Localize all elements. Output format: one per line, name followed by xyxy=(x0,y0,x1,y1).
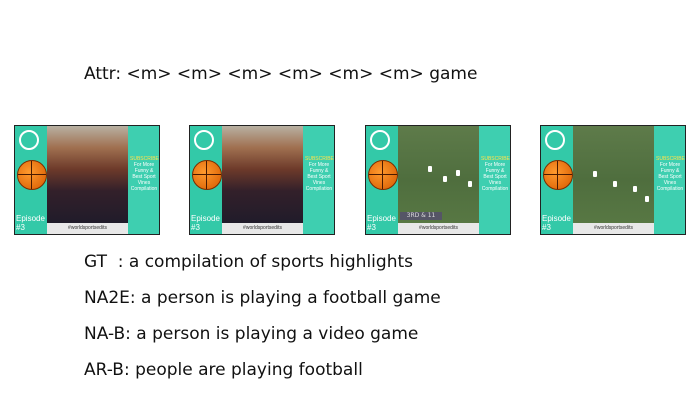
laurel-badge-icon xyxy=(545,130,565,150)
gt-caption: GT : a compilation of sports highlights xyxy=(84,252,413,272)
video-frame-3: Episode #3 3RD & 11 SUBSCRIBE For More F… xyxy=(365,125,511,235)
episode-label: Episode #3 xyxy=(542,214,571,232)
arb-caption: AR-B: people are playing football xyxy=(84,360,363,380)
episode-label: Episode #3 xyxy=(16,214,45,232)
player-figure xyxy=(633,186,637,192)
right-panel: SUBSCRIBE For More Funny & Best Sport Vi… xyxy=(303,126,334,234)
side-text: SUBSCRIBE For More Funny & Best Sport Vi… xyxy=(656,156,685,192)
episode-label: Episode #3 xyxy=(191,214,220,232)
left-panel: Episode #3 xyxy=(190,126,222,234)
side-body: For More Funny & Best Sport Vines Compil… xyxy=(481,162,509,192)
basketball-icon xyxy=(192,160,222,190)
side-text: SUBSCRIBE For More Funny & Best Sport Vi… xyxy=(305,156,334,192)
video-thumbnail: 3RD & 11 xyxy=(398,126,479,234)
basketball-icon xyxy=(17,160,47,190)
left-panel: Episode #3 xyxy=(15,126,47,234)
player-figure xyxy=(613,181,617,187)
video-thumbnail xyxy=(573,126,654,234)
caption-bar: #worldsportsedits xyxy=(398,223,479,234)
side-body: For More Funny & Best Sport Vines Compil… xyxy=(130,162,158,192)
video-thumbnail xyxy=(47,126,128,234)
caption-bar: #worldsportsedits xyxy=(222,223,303,234)
side-text: SUBSCRIBE For More Funny & Best Sport Vi… xyxy=(481,156,510,192)
player-figure xyxy=(468,181,472,187)
na2e-caption: NA2E: a person is playing a football gam… xyxy=(84,288,441,308)
side-body: For More Funny & Best Sport Vines Compil… xyxy=(305,162,333,192)
laurel-badge-icon xyxy=(194,130,214,150)
player-figure xyxy=(428,166,432,172)
player-figure xyxy=(443,176,447,182)
video-frame-4: Episode #3 SUBSCRIBE For More Funny & Be… xyxy=(540,125,686,235)
player-figure xyxy=(593,171,597,177)
basketball-icon xyxy=(543,160,573,190)
caption-bar: #worldsportsedits xyxy=(47,223,128,234)
score-overlay: 3RD & 11 xyxy=(400,212,442,220)
laurel-badge-icon xyxy=(19,130,39,150)
basketball-icon xyxy=(368,160,398,190)
episode-label: Episode #3 xyxy=(367,214,396,232)
attr-line: Attr: <m> <m> <m> <m> <m> <m> game xyxy=(84,64,478,84)
right-panel: SUBSCRIBE For More Funny & Best Sport Vi… xyxy=(128,126,159,234)
right-panel: SUBSCRIBE For More Funny & Best Sport Vi… xyxy=(654,126,685,234)
side-body: For More Funny & Best Sport Vines Compil… xyxy=(656,162,684,192)
right-panel: SUBSCRIBE For More Funny & Best Sport Vi… xyxy=(479,126,510,234)
nab-caption: NA-B: a person is playing a video game xyxy=(84,324,419,344)
laurel-badge-icon xyxy=(370,130,390,150)
left-panel: Episode #3 xyxy=(541,126,573,234)
caption-bar: #worldsportsedits xyxy=(573,223,654,234)
video-frame-2: Episode #3 SUBSCRIBE For More Funny & Be… xyxy=(189,125,335,235)
player-figure xyxy=(645,196,649,202)
player-figure xyxy=(456,170,460,176)
video-frame-1: Episode #3 SUBSCRIBE For More Funny & Be… xyxy=(14,125,160,235)
side-text: SUBSCRIBE For More Funny & Best Sport Vi… xyxy=(130,156,159,192)
video-thumbnail xyxy=(222,126,303,234)
left-panel: Episode #3 xyxy=(366,126,398,234)
